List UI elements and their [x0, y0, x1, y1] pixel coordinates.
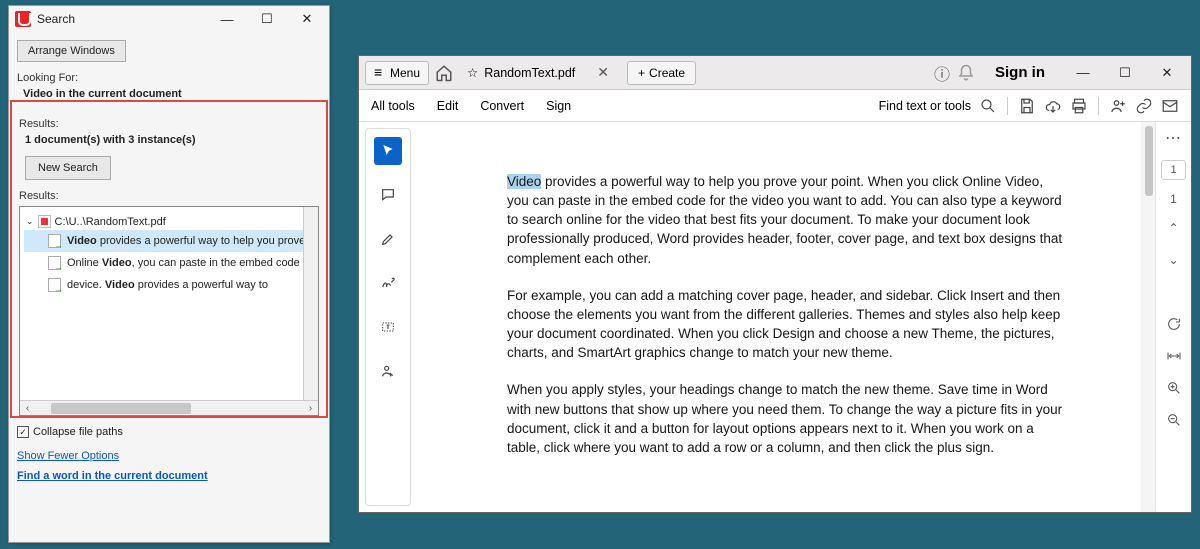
create-button[interactable]: +Create: [627, 61, 696, 85]
document-content[interactable]: Video provides a powerful way to help yo…: [417, 122, 1155, 512]
more-options-icon[interactable]: ⋯: [1165, 128, 1182, 148]
paragraph: Video provides a powerful way to help yo…: [507, 172, 1067, 268]
arrange-windows-button[interactable]: Arrange Windows: [17, 40, 126, 62]
fit-width-icon[interactable]: [1164, 346, 1184, 366]
cloud-icon[interactable]: [1044, 97, 1062, 115]
result-hit[interactable]: Online Video, you can paste in the embed…: [24, 252, 314, 274]
results-highlight-region: Results: 1 document(s) with 3 instance(s…: [10, 100, 328, 418]
maximize-button[interactable]: ☐: [247, 7, 287, 31]
rotate-icon[interactable]: [1164, 314, 1184, 334]
menu-button[interactable]: Menu: [365, 61, 429, 85]
share-user-icon[interactable]: [1109, 97, 1127, 115]
minimize-button[interactable]: —: [207, 7, 247, 31]
plus-icon: +: [638, 66, 645, 80]
zoom-in-icon[interactable]: [1164, 378, 1184, 398]
minimize-button[interactable]: —: [1065, 61, 1101, 85]
zoom-out-icon[interactable]: [1164, 410, 1184, 430]
find-label[interactable]: Find text or tools: [879, 99, 971, 113]
paragraph: For example, you can add a matching cove…: [507, 286, 1067, 363]
content-scrollbar[interactable]: [1141, 122, 1155, 512]
result-hit[interactable]: device. Video provides a powerful way to: [24, 274, 314, 296]
hamburger-icon: [374, 66, 386, 80]
close-button[interactable]: ✕: [287, 7, 327, 31]
all-tools-button[interactable]: All tools: [371, 99, 415, 113]
hit-icon: [48, 278, 61, 292]
sign-in-button[interactable]: Sign in: [981, 64, 1059, 81]
page-current[interactable]: 1: [1161, 160, 1185, 180]
new-search-button[interactable]: New Search: [25, 156, 111, 180]
maximize-button[interactable]: ☐: [1107, 61, 1143, 85]
print-icon[interactable]: [1070, 97, 1088, 115]
show-fewer-options-link[interactable]: Show Fewer Options: [17, 450, 321, 462]
collapse-paths-checkbox[interactable]: ✓ Collapse file paths: [17, 426, 321, 438]
textbox-tool-icon[interactable]: [374, 313, 402, 341]
results-summary: 1 document(s) with 3 instance(s): [19, 134, 319, 146]
search-titlebar[interactable]: Search — ☐ ✕: [9, 6, 329, 32]
link-icon[interactable]: [1135, 97, 1153, 115]
results-label-2: Results:: [19, 190, 319, 202]
search-icon[interactable]: [979, 97, 997, 115]
convert-button[interactable]: Convert: [480, 99, 524, 113]
reader-titlebar[interactable]: Menu ☆ RandomText.pdf ✕ +Create ⓘ Sign i…: [359, 56, 1191, 90]
looking-for-label: Looking For:: [17, 72, 321, 84]
hit-icon: [48, 256, 61, 270]
star-icon[interactable]: ☆: [467, 65, 478, 80]
results-vscroll[interactable]: [303, 207, 318, 400]
tab-close-button[interactable]: ✕: [589, 64, 617, 81]
twisty-icon[interactable]: ⌄: [26, 216, 34, 227]
right-rail: ⋯ 1 1 ⌃ ⌄: [1155, 122, 1191, 512]
page-up-icon[interactable]: ⌃: [1164, 218, 1184, 238]
pdf-icon: [38, 215, 51, 228]
hit-icon: [48, 234, 61, 248]
search-query: Video in the current document: [17, 88, 321, 100]
find-word-link[interactable]: Find a word in the current document: [17, 470, 321, 482]
search-window: Search — ☐ ✕ Arrange Windows Looking For…: [8, 5, 330, 543]
results-hscroll[interactable]: ‹›: [20, 400, 318, 415]
edit-button[interactable]: Edit: [437, 99, 459, 113]
results-tree[interactable]: ⌄ C:\U..\RandomText.pdf Video provides a…: [19, 206, 319, 416]
checkbox-icon[interactable]: ✓: [17, 426, 29, 438]
help-icon[interactable]: ⓘ: [933, 64, 951, 82]
sign-tool-icon[interactable]: [374, 269, 402, 297]
sign-button[interactable]: Sign: [546, 99, 571, 113]
paragraph: When you apply styles, your headings cha…: [507, 380, 1067, 457]
reader-window: Menu ☆ RandomText.pdf ✕ +Create ⓘ Sign i…: [358, 55, 1192, 513]
search-title: Search: [37, 12, 207, 26]
result-file-path: C:\U..\RandomText.pdf: [55, 216, 166, 228]
more-tools-icon[interactable]: [374, 357, 402, 385]
reader-toolbar: All tools Edit Convert Sign Find text or…: [359, 90, 1191, 122]
close-button[interactable]: ✕: [1149, 61, 1185, 85]
acrobat-logo-icon: [15, 11, 31, 27]
save-icon[interactable]: [1018, 97, 1036, 115]
page-total: 1: [1170, 192, 1177, 206]
page-down-icon[interactable]: ⌄: [1164, 250, 1184, 270]
document-tab[interactable]: ☆ RandomText.pdf: [459, 65, 583, 80]
result-hit[interactable]: Video provides a powerful way to help yo…: [24, 230, 314, 252]
highlight-tool-icon[interactable]: [374, 225, 402, 253]
home-icon[interactable]: [435, 64, 453, 82]
mail-icon[interactable]: [1161, 97, 1179, 115]
select-tool-icon[interactable]: [374, 137, 402, 165]
results-label: Results:: [19, 118, 319, 130]
bell-icon[interactable]: [957, 64, 975, 82]
highlighted-match: Video: [507, 174, 541, 189]
result-file-row[interactable]: ⌄ C:\U..\RandomText.pdf: [24, 213, 314, 230]
comment-tool-icon[interactable]: [374, 181, 402, 209]
left-tool-rail: [365, 128, 411, 506]
